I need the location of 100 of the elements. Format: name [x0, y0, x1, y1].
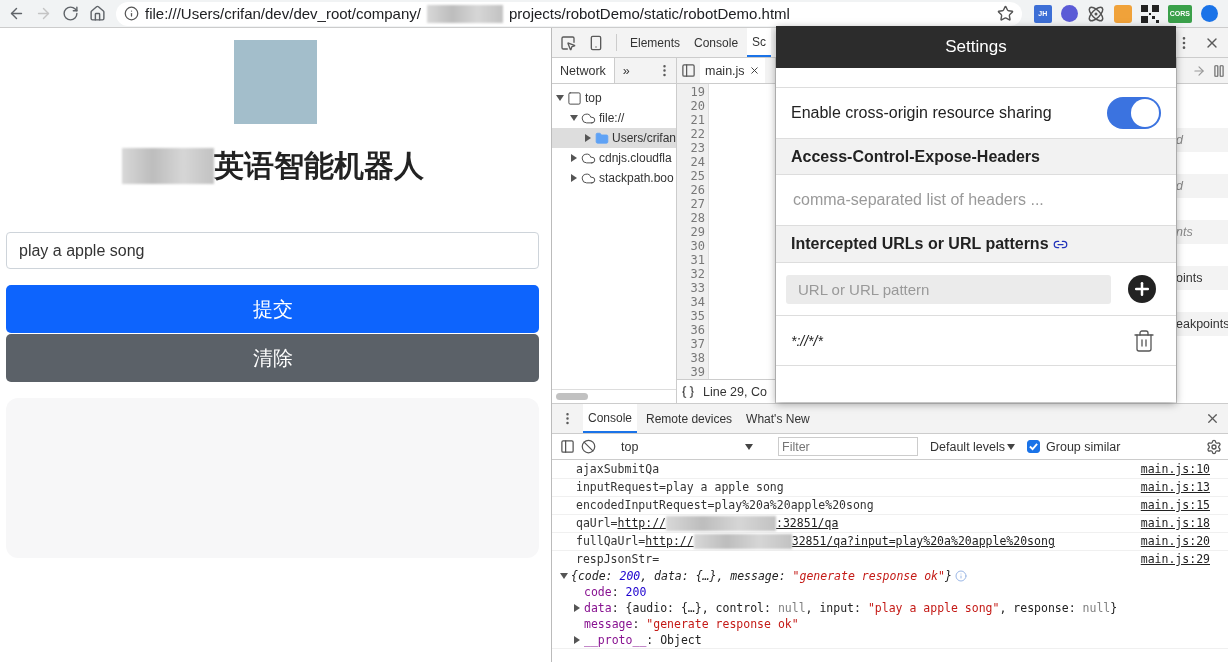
- line-number: 29: [689, 225, 705, 239]
- close-icon[interactable]: [748, 65, 760, 76]
- drawer-tab[interactable]: Remote devices: [641, 404, 738, 433]
- source-link[interactable]: main.js:18: [1140, 515, 1210, 532]
- tree-item[interactable]: Users/crifan: [552, 128, 676, 148]
- extension-icon[interactable]: [1201, 5, 1218, 22]
- checkmark-icon: [1029, 442, 1039, 451]
- add-button[interactable]: [1128, 275, 1156, 303]
- object-summary: {code: 200, data: {…}, message: "generate response ok"}: [571, 568, 952, 584]
- close-icon[interactable]: [1205, 411, 1220, 426]
- disclosure-triangle-icon[interactable]: [556, 94, 564, 102]
- console-text: qaUrl=: [576, 515, 618, 532]
- line-number: 39: [689, 365, 705, 379]
- url-link[interactable]: :32851/qa: [776, 515, 839, 532]
- bookmark-star-icon[interactable]: [996, 5, 1014, 22]
- device-icon[interactable]: [588, 34, 604, 51]
- devtools-tab[interactable]: Elements: [625, 28, 686, 57]
- checkbox-label: Group similar: [1046, 439, 1121, 454]
- tree-item[interactable]: cdnjs.cloudfla: [552, 148, 676, 168]
- disclosure-triangle-icon[interactable]: [584, 134, 592, 142]
- line-number: 26: [689, 183, 705, 197]
- page-title: 英语智能机器人: [213, 147, 424, 184]
- clear-console-icon[interactable]: [581, 439, 596, 454]
- cloud-icon: [581, 110, 596, 126]
- line-number: 38: [689, 351, 705, 365]
- clear-button[interactable]: 清除: [6, 334, 539, 382]
- sidebar-icon[interactable]: [560, 439, 575, 454]
- reload-icon[interactable]: [62, 5, 79, 22]
- source-link[interactable]: main.js:29: [1140, 551, 1210, 568]
- line-number: 31: [689, 253, 705, 267]
- line-number: 23: [689, 141, 705, 155]
- group-similar-checkbox[interactable]: [1027, 440, 1041, 453]
- atom-icon[interactable]: [1086, 4, 1105, 23]
- console-text: encodedInputRequest=play%20a%20apple%20song: [576, 497, 874, 514]
- disclosure-triangle-icon[interactable]: [573, 636, 581, 644]
- folder-icon: [595, 130, 609, 146]
- sidebar-section: oints: [1177, 266, 1228, 290]
- plus-icon: [1132, 279, 1152, 299]
- url-text[interactable]: projects/robotDemo/static/robotDemo.html: [508, 5, 790, 22]
- pretty-print-icon[interactable]: [681, 384, 695, 399]
- url-pattern: *://*/*: [791, 332, 823, 349]
- devtools-tab[interactable]: Sc: [747, 28, 772, 57]
- disclosure-triangle-icon[interactable]: [570, 154, 578, 162]
- drawer-tab[interactable]: What's New: [741, 404, 815, 433]
- line-number: 34: [689, 295, 705, 309]
- devtools-tab[interactable]: Console: [689, 28, 744, 57]
- levels-dropdown[interactable]: Default levels: [924, 438, 1022, 455]
- url-link[interactable]: http://: [645, 533, 694, 550]
- disclosure-triangle-icon[interactable]: [570, 174, 578, 182]
- tree-item[interactable]: file://: [552, 108, 676, 128]
- object-property: message: "generate response ok": [584, 616, 799, 632]
- line-number: 35: [689, 309, 705, 323]
- line-number: 37: [689, 337, 705, 351]
- question-input[interactable]: play a apple song: [6, 232, 539, 269]
- disclosure-triangle-icon[interactable]: [560, 572, 568, 580]
- qr-code-icon[interactable]: [1140, 4, 1159, 23]
- console-text: respJsonStr=: [576, 551, 660, 568]
- line-number: 30: [689, 239, 705, 253]
- tree-item[interactable]: stackpath.boo: [552, 168, 676, 188]
- disclosure-triangle-icon[interactable]: [573, 604, 581, 612]
- line-number: 32: [689, 267, 705, 281]
- section-heading: Access-Control-Expose-Headers: [791, 147, 1040, 166]
- toggle-navigator-icon[interactable]: [681, 63, 696, 78]
- source-link[interactable]: main.js:10: [1140, 461, 1210, 478]
- context-select[interactable]: top: [617, 439, 757, 454]
- settings-icon[interactable]: [1206, 438, 1222, 455]
- source-link[interactable]: main.js:20: [1140, 533, 1210, 550]
- url-text[interactable]: file:///Users/crifan/dev/dev_root/company/: [145, 5, 421, 22]
- sidebar-section: d: [1177, 128, 1228, 152]
- toggle-label: Enable cross-origin resource sharing: [791, 104, 1052, 122]
- file-tab[interactable]: main.js: [700, 58, 765, 83]
- drawer-tab[interactable]: Console: [583, 404, 638, 433]
- pause-icon[interactable]: [1212, 63, 1226, 78]
- console-text: inputRequest=play a apple song: [576, 479, 784, 496]
- line-number: 36: [689, 323, 705, 337]
- trash-icon[interactable]: [1132, 328, 1156, 353]
- line-number: 25: [689, 169, 705, 183]
- url-link[interactable]: http://: [617, 515, 666, 532]
- line-number: 20: [689, 99, 705, 113]
- caret-icon[interactable]: [1007, 442, 1016, 451]
- navigator-tab[interactable]: Network: [552, 58, 615, 83]
- url-pattern-field[interactable]: URL or URL pattern: [786, 274, 1111, 304]
- submit-button[interactable]: 提交: [6, 285, 539, 333]
- caret-icon[interactable]: [745, 442, 753, 451]
- source-link[interactable]: main.js:13: [1140, 479, 1210, 496]
- source-link[interactable]: main.js:15: [1140, 497, 1210, 514]
- url-link[interactable]: 32851/qa?input=play%20a%20apple%20song: [791, 533, 1055, 550]
- tree-item[interactable]: top: [552, 88, 676, 108]
- navigator-tab[interactable]: »: [614, 58, 638, 83]
- line-number: 24: [689, 155, 705, 169]
- inspect-icon[interactable]: [560, 34, 576, 51]
- filter-field[interactable]: Filter: [778, 437, 918, 456]
- disclosure-triangle-icon[interactable]: [570, 114, 578, 122]
- back-icon[interactable]: [8, 5, 25, 22]
- home-icon[interactable]: [89, 5, 106, 22]
- extension-icon[interactable]: [1060, 5, 1078, 22]
- line-number: 27: [689, 197, 705, 211]
- scrollbar-thumb[interactable]: [556, 393, 588, 400]
- cloud-icon: [581, 150, 596, 166]
- cors-toggle[interactable]: [1107, 97, 1161, 129]
